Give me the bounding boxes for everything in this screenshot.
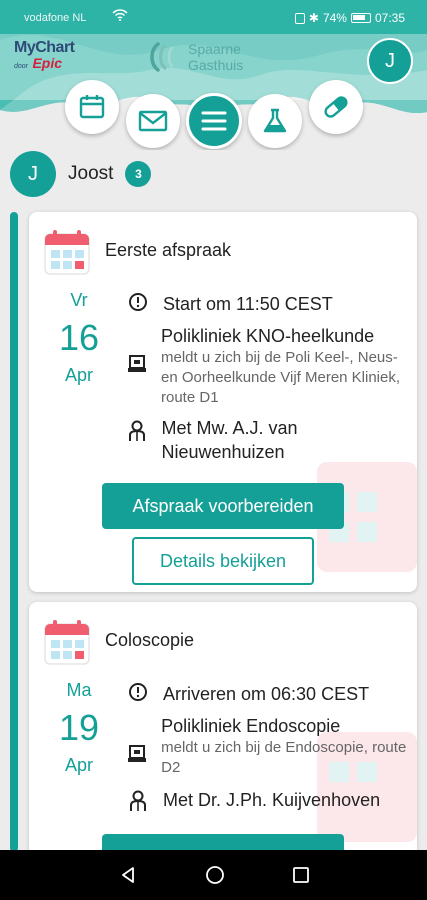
- battery-percentage: 74%: [322, 11, 347, 25]
- date-day: 16: [58, 317, 100, 358]
- main-menu-button[interactable]: [186, 93, 242, 149]
- appointment-time: Start om 11:50 CEST: [127, 292, 333, 316]
- flask-icon: [263, 108, 287, 133]
- view-details-button[interactable]: Details bekijken: [132, 537, 314, 585]
- doctor-icon: [130, 790, 146, 811]
- appointment-location: Polikliniek Endoscopie meldt u zich bij …: [127, 714, 407, 778]
- messages-button[interactable]: [126, 94, 180, 148]
- patient-avatar[interactable]: J: [10, 151, 56, 197]
- appointment-provider: Met Dr. J.Ph. Kuijvenhoven: [127, 788, 407, 812]
- appointment-date: Ma 19 Apr: [29, 680, 129, 776]
- prepare-appointment-button[interactable]: Afspraak voorbereiden: [102, 483, 344, 529]
- spaarne-mark-icon: [150, 42, 174, 72]
- appointment-date: Vr 16 Apr: [29, 290, 129, 386]
- patient-row[interactable]: J Joost 3: [10, 150, 152, 198]
- status-bar: vodafone NL ✱ 74% 07:35: [0, 0, 427, 34]
- provider-name: Met Mw. A.J. van Nieuwenhuizen: [161, 418, 298, 462]
- hospital-name-line1: Spaarne: [188, 41, 241, 57]
- battery-icon: [350, 13, 371, 23]
- date-day: 19: [58, 707, 100, 748]
- appointment-time: Arriveren om 06:30 CEST: [127, 682, 369, 706]
- patient-name: Joost: [68, 163, 114, 184]
- department-icon: [128, 745, 147, 762]
- time-text: Arriveren om 06:30 CEST: [163, 684, 370, 704]
- location-name: Polikliniek Endoscopie: [161, 716, 341, 736]
- hospital-name-line2: Gasthuis: [188, 57, 244, 73]
- location-name: Polikliniek KNO-heelkunde: [161, 326, 375, 346]
- mychart-door: door: [14, 63, 29, 70]
- spaarne-logo: Spaarne Gasthuis: [148, 40, 243, 74]
- clock: 07:35: [374, 11, 405, 25]
- date-month: Apr: [64, 365, 93, 385]
- appointments-button[interactable]: [65, 80, 119, 134]
- recents-icon[interactable]: [292, 866, 310, 884]
- account-avatar[interactable]: J: [367, 38, 413, 84]
- pill-icon: [324, 96, 348, 118]
- bluetooth-icon: ✱: [308, 11, 319, 25]
- notification-badge: 3: [125, 161, 152, 187]
- clock-icon: [129, 683, 147, 701]
- appointment-title: Eerste afspraak: [105, 240, 232, 260]
- appointment-card[interactable]: Eerste afspraak Vr 16 Apr Start om 11:50…: [29, 212, 417, 592]
- appointment-title: Coloscopie: [105, 630, 195, 650]
- home-icon[interactable]: [204, 864, 226, 886]
- epic-brand: Epic: [32, 55, 63, 71]
- appointment-location: Polikliniek KNO-heelkunde meldt u zich b…: [127, 324, 407, 408]
- date-month: Apr: [64, 755, 93, 775]
- date-weekday: Vr: [70, 290, 88, 310]
- calendar-icon: [44, 230, 90, 275]
- department-icon: [128, 355, 146, 372]
- time-text: Start om 11:50 CEST: [163, 294, 333, 314]
- mychart-logo: MyChart door Epic: [14, 40, 84, 72]
- location-note: meldt u zich bij de Endoscopie, route D2: [161, 739, 407, 776]
- provider-name: Met Dr. J.Ph. Kuijvenhoven: [163, 790, 381, 810]
- carrier-name: vodafone NL: [24, 12, 87, 24]
- appointment-provider: Met Mw. A.J. van Nieuwenhuizen: [127, 416, 407, 464]
- date-weekday: Ma: [66, 680, 92, 700]
- appointment-card[interactable]: Coloscopie Ma 19 Apr Arriveren om 06:30 …: [29, 602, 417, 862]
- location-note: meldt u zich bij de Poli Keel-, Neus- en…: [161, 349, 401, 406]
- menu-icon: [201, 111, 227, 131]
- calendar-icon: [44, 620, 90, 665]
- nfc-icon: [294, 12, 305, 24]
- timeline-bar: [10, 212, 18, 852]
- system-navigation-bar: [0, 850, 427, 900]
- test-results-button[interactable]: [248, 94, 302, 148]
- mychart-brand: MyChart: [14, 39, 75, 56]
- medications-button[interactable]: [309, 80, 363, 134]
- mail-icon: [138, 110, 168, 132]
- back-icon[interactable]: [118, 865, 138, 885]
- calendar-icon: [79, 95, 105, 119]
- wifi-icon: [112, 9, 128, 21]
- clock-icon: [129, 293, 147, 311]
- doctor-icon: [129, 420, 146, 441]
